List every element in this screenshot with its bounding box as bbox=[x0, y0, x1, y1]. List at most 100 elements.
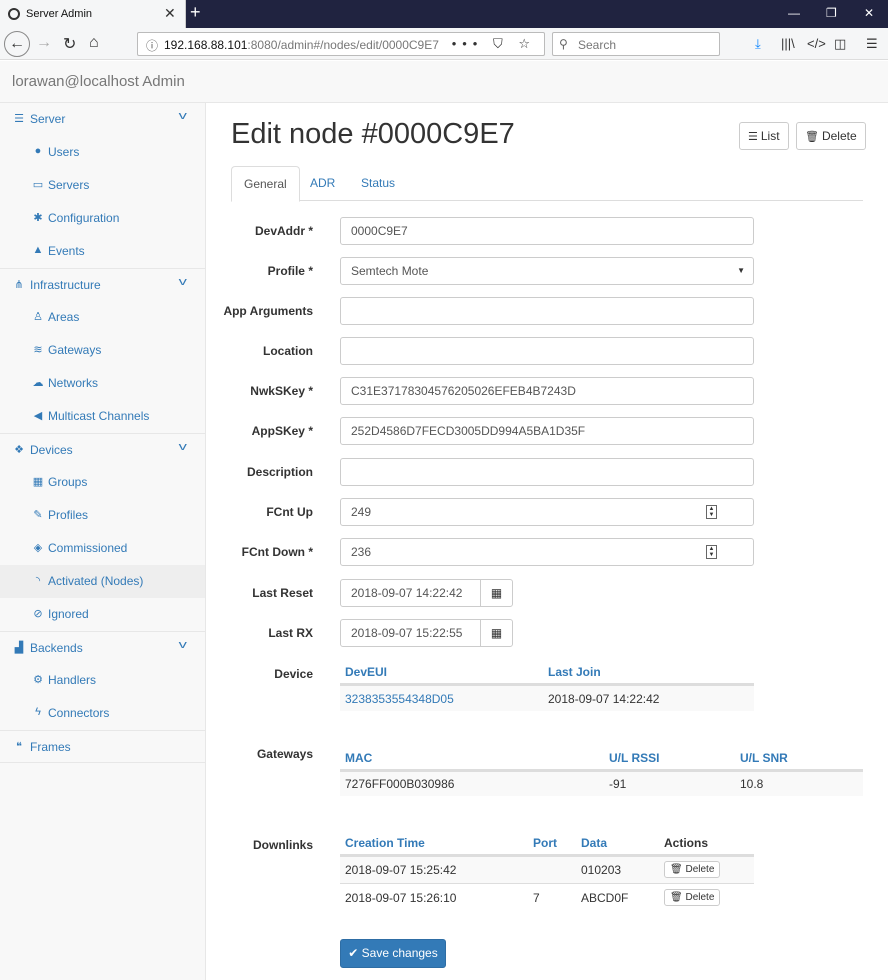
home-icon[interactable]: ⌂ bbox=[89, 34, 99, 52]
table-divider bbox=[340, 883, 754, 884]
page-actions-icon[interactable]: ••• ⛉ ☆ bbox=[452, 36, 536, 52]
sidebar-item-label: Ignored bbox=[48, 607, 89, 621]
forward-icon[interactable]: → bbox=[36, 34, 52, 52]
spinner-icon[interactable]: ▲ ▼ bbox=[706, 545, 717, 559]
save-changes-button[interactable]: ✔ Save changes bbox=[340, 939, 446, 968]
calendar-icon[interactable]: ▦ bbox=[480, 579, 513, 607]
chevron-down-icon[interactable]: v bbox=[179, 110, 187, 122]
sidebar-toggle-icon[interactable]: ◫ bbox=[834, 36, 846, 52]
downlink-delete-button[interactable]: 🗑 Delete bbox=[664, 889, 721, 906]
tab-general[interactable]: General bbox=[231, 166, 300, 202]
sidebar-group-backends[interactable]: ▟ Backends v bbox=[0, 631, 205, 664]
tab-adr[interactable]: ADR bbox=[298, 166, 347, 201]
browser-titlebar: Server Admin ✕ + — ❐ ✕ bbox=[0, 0, 888, 28]
spinner-icon[interactable]: ▲ ▼ bbox=[706, 505, 717, 519]
sidebar-item-gateways[interactable]: ≋ Gateways bbox=[0, 334, 205, 367]
sidebar-item-users[interactable]: ● Users bbox=[0, 136, 205, 169]
sidebar-item-multicast-channels[interactable]: ◀ Multicast Channels bbox=[0, 400, 205, 433]
last-reset-field[interactable]: 2018-09-07 14:22:42 bbox=[340, 579, 481, 607]
location-field[interactable] bbox=[340, 337, 754, 365]
save-changes-label: Save changes bbox=[361, 946, 438, 960]
tab-title: Server Admin bbox=[26, 8, 93, 20]
menu-icon[interactable]: ☰ bbox=[866, 36, 878, 52]
table-header-ul-snr[interactable]: U/L SNR bbox=[740, 751, 788, 765]
browser-search-input[interactable]: ⚲ Search bbox=[552, 32, 720, 56]
sidebar-group-frames[interactable]: ❝ Frames bbox=[0, 730, 205, 763]
bolt-icon: ϟ bbox=[35, 706, 41, 718]
downlink-port-cell: 7 bbox=[533, 891, 540, 905]
sidebar-group-server[interactable]: ☰ Server v bbox=[0, 103, 205, 136]
window-close-icon[interactable]: ✕ bbox=[864, 6, 874, 20]
back-icon[interactable]: ← bbox=[4, 31, 30, 57]
library-icon[interactable]: |||\ bbox=[781, 36, 795, 51]
reload-icon[interactable]: ↻ bbox=[63, 34, 76, 54]
devtools-icon[interactable]: </> bbox=[807, 36, 826, 51]
sidebar-item-configuration[interactable]: ✱ Configuration bbox=[0, 202, 205, 235]
description-field[interactable] bbox=[340, 458, 754, 486]
cubes-icon: ❖ bbox=[14, 444, 24, 456]
sidebar-item-connectors[interactable]: ϟ Connectors bbox=[0, 697, 205, 730]
last-reset-label: Last Reset bbox=[252, 586, 313, 600]
minimize-icon[interactable]: — bbox=[788, 6, 800, 20]
profile-select[interactable]: Semtech Mote ▼ bbox=[340, 257, 754, 285]
browser-toolbar: ← → ↻ ⌂ ⓘ 192.168.88.101:8080/admin#/nod… bbox=[0, 28, 888, 60]
fcnt-down-value: 236 bbox=[351, 545, 372, 559]
table-header-deveui[interactable]: DevEUI bbox=[345, 665, 387, 679]
tab-close-icon[interactable]: ✕ bbox=[164, 5, 176, 22]
fcnt-up-field[interactable]: 249 ▲ ▼ bbox=[340, 498, 754, 526]
delete-button[interactable]: 🗑 Delete bbox=[796, 122, 866, 150]
downlink-delete-button[interactable]: 🗑 Delete bbox=[664, 861, 721, 878]
warning-icon: ▲ bbox=[32, 244, 44, 256]
fcnt-down-field[interactable]: 236 ▲ ▼ bbox=[340, 538, 754, 566]
sidebar-item-activated-nodes[interactable]: ◝ Activated (Nodes) bbox=[0, 565, 205, 598]
sidebar-item-servers[interactable]: ▭ Servers bbox=[0, 169, 205, 202]
table-header-last-join[interactable]: Last Join bbox=[548, 665, 601, 679]
deveui-link[interactable]: 3238353554348D05 bbox=[345, 692, 454, 706]
info-icon[interactable]: ⓘ bbox=[146, 37, 158, 54]
app-arguments-field[interactable] bbox=[340, 297, 754, 325]
sidebar-item-label: Handlers bbox=[48, 673, 97, 687]
sidebar-item-areas[interactable]: ♙ Areas bbox=[0, 301, 205, 334]
new-tab-icon[interactable]: + bbox=[190, 2, 201, 23]
restore-icon[interactable]: ❐ bbox=[826, 6, 837, 20]
caret-down-icon: ▼ bbox=[737, 266, 745, 275]
table-header-ul-rssi[interactable]: U/L RSSI bbox=[609, 751, 659, 765]
appskey-field[interactable]: 252D4586D7FECD3005DD994A5BA1D35F bbox=[340, 417, 754, 445]
list-icon: ☰ bbox=[748, 131, 758, 143]
sidebar-item-networks[interactable]: ☁ Networks bbox=[0, 367, 205, 400]
gateway-mac-cell: 7276FF000B030986 bbox=[345, 777, 455, 791]
table-header-mac[interactable]: MAC bbox=[345, 751, 372, 765]
sidebar-item-ignored[interactable]: ⊘ Ignored bbox=[0, 598, 205, 631]
chevron-down-icon[interactable]: v bbox=[179, 441, 187, 453]
chevron-down-icon[interactable]: v bbox=[179, 276, 187, 288]
table-header-data[interactable]: Data bbox=[581, 836, 607, 850]
sidebar-item-events[interactable]: ▲ Events bbox=[0, 235, 205, 268]
tab-status[interactable]: Status bbox=[349, 166, 407, 201]
trash-icon: 🗑 bbox=[670, 864, 683, 875]
last-rx-field[interactable]: 2018-09-07 15:22:55 bbox=[340, 619, 481, 647]
browser-tab[interactable]: Server Admin ✕ bbox=[0, 0, 186, 28]
table-header-port[interactable]: Port bbox=[533, 836, 557, 850]
sidebar-item-label: Events bbox=[48, 244, 85, 258]
table-header-creation-time[interactable]: Creation Time bbox=[345, 836, 425, 850]
chart-icon: ▟ bbox=[14, 642, 24, 654]
download-icon[interactable]: ⤓ bbox=[755, 36, 761, 52]
sidebar-item-label: Gateways bbox=[48, 343, 102, 357]
list-button[interactable]: ☰ List bbox=[739, 122, 789, 150]
url-bar[interactable]: ⓘ 192.168.88.101:8080/admin#/nodes/edit/… bbox=[137, 32, 545, 56]
calendar-icon[interactable]: ▦ bbox=[480, 619, 513, 647]
sidebar-group-label: Backends bbox=[30, 641, 83, 655]
sidebar-item-label: Activated (Nodes) bbox=[48, 574, 144, 588]
sidebar-item-profiles[interactable]: ✎ Profiles bbox=[0, 499, 205, 532]
sidebar-item-handlers[interactable]: ⚙ Handlers bbox=[0, 664, 205, 697]
devaddr-field[interactable]: 0000C9E7 bbox=[340, 217, 754, 245]
nwkskey-field[interactable]: C31E37178304576205026EFEB4B7243D bbox=[340, 377, 754, 405]
sidebar-group-devices[interactable]: ❖ Devices v bbox=[0, 433, 205, 466]
chevron-down-icon[interactable]: v bbox=[179, 639, 187, 651]
sidebar-item-groups[interactable]: ▦ Groups bbox=[0, 466, 205, 499]
sidebar-item-label: Configuration bbox=[48, 211, 120, 225]
app-brand[interactable]: lorawan@localhost Admin bbox=[12, 73, 185, 90]
sidebar-group-infrastructure[interactable]: ⋔ Infrastructure v bbox=[0, 268, 205, 301]
sidebar-item-commissioned[interactable]: ◈ Commissioned bbox=[0, 532, 205, 565]
trash-icon: 🗑 bbox=[805, 131, 819, 143]
